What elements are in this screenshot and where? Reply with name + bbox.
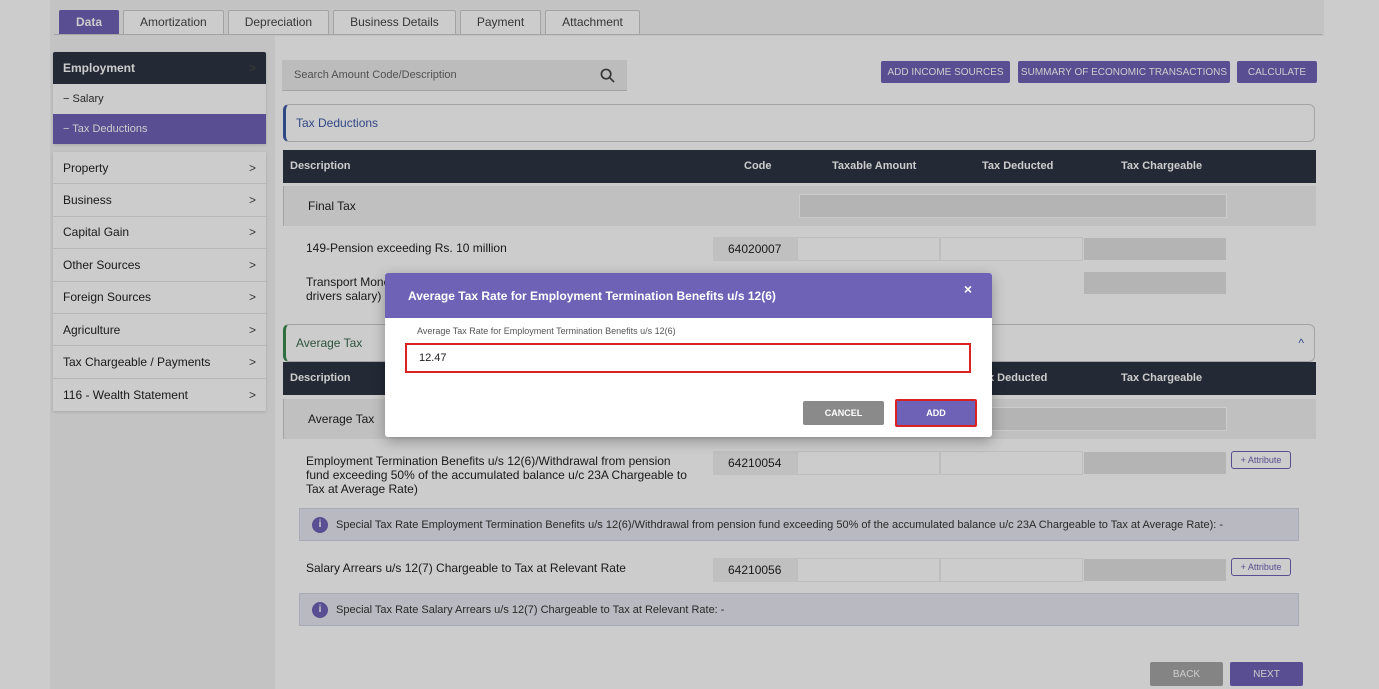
average-tax-rate-dialog: Average Tax Rate for Employment Terminat…: [385, 273, 992, 437]
dialog-title: Average Tax Rate for Employment Terminat…: [408, 288, 776, 303]
average-tax-rate-label: Average Tax Rate for Employment Terminat…: [417, 326, 676, 336]
cancel-button[interactable]: CANCEL: [803, 401, 884, 425]
average-tax-rate-input[interactable]: [419, 352, 957, 364]
average-tax-rate-field[interactable]: [405, 343, 971, 373]
close-icon[interactable]: ×: [964, 281, 972, 297]
dialog-header: Average Tax Rate for Employment Terminat…: [385, 273, 992, 318]
add-button[interactable]: ADD: [895, 399, 977, 427]
